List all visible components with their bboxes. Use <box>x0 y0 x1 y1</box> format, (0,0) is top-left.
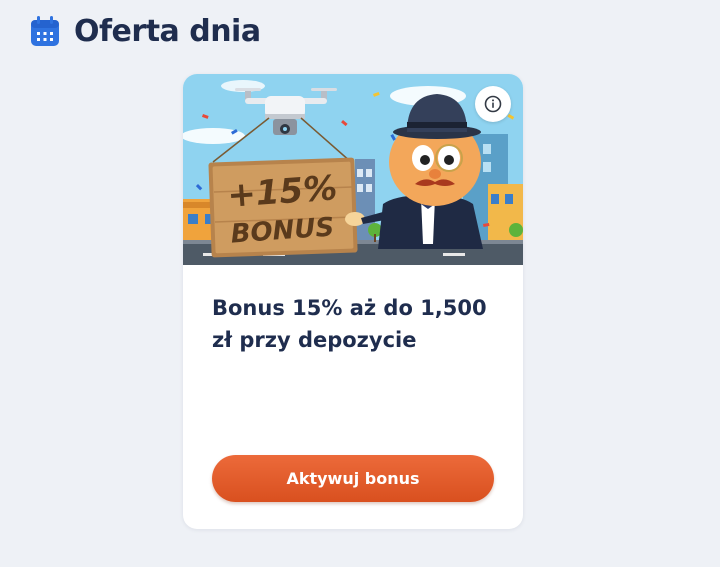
offer-banner-image: +15% BONUS <box>183 74 523 265</box>
calendar-icon <box>31 15 59 46</box>
page-header: Oferta dnia <box>28 14 261 49</box>
info-icon <box>484 95 502 113</box>
offer-title: Bonus 15% aż do 1,500 zł przy depozycie <box>212 296 487 352</box>
activate-bonus-button[interactable]: Aktywuj bonus <box>212 455 494 502</box>
info-button[interactable] <box>475 86 511 122</box>
banner-sign-text-line1: +15% <box>226 168 338 216</box>
page-title: Oferta dnia <box>74 14 261 49</box>
offer-card: +15% BONUS Bonus 15% aż do 1,500 zł przy… <box>183 74 523 529</box>
